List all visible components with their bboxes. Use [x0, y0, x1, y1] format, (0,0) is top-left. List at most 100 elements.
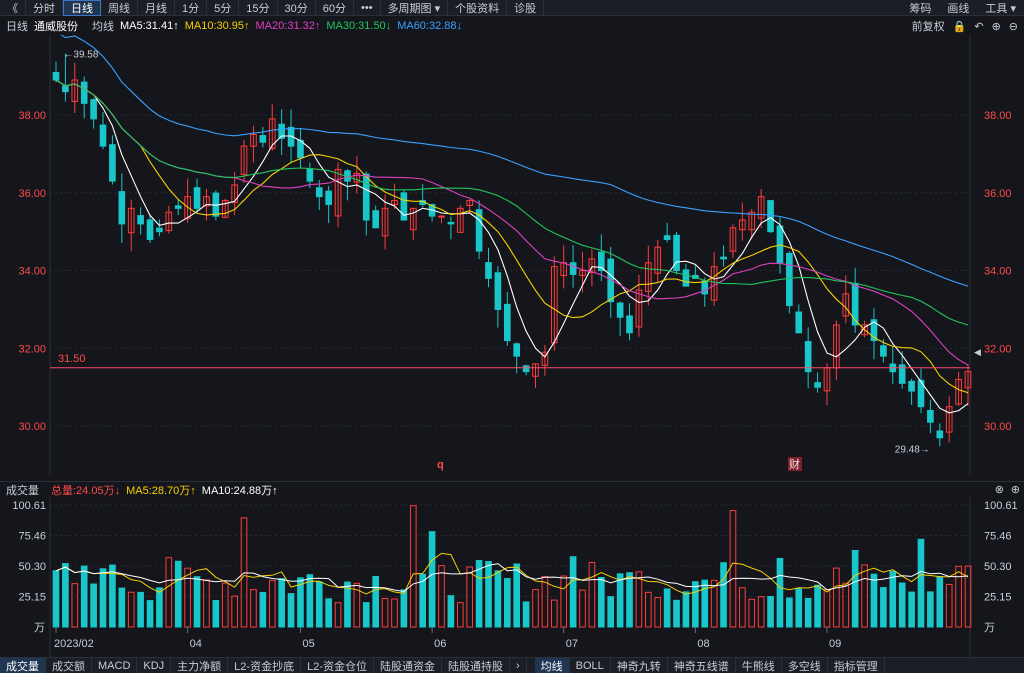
tab-1[interactable]: 日线 [63, 0, 101, 16]
ma20-line [55, 79, 969, 366]
toolbar-right-1[interactable]: 画线 [939, 0, 977, 16]
volume-label[interactable]: 成交量 [6, 482, 39, 498]
toolbar-right-2[interactable]: 工具 ▾ [977, 0, 1024, 16]
indicator-tab-3[interactable]: KDJ [137, 657, 172, 673]
volume-bar [90, 583, 97, 628]
tab-12[interactable]: 诊股 [507, 0, 545, 16]
indicator-tab-12[interactable]: 神奇九转 [611, 657, 668, 673]
close-icon[interactable]: ⊗ [995, 483, 1004, 496]
candle-body [880, 345, 887, 357]
reference-line-label: 31.50 [58, 353, 86, 365]
indicator-tab-5[interactable]: L2-资金抄底 [228, 657, 302, 673]
ma5-value: MA5:31.41↑ [120, 20, 179, 32]
volume-bar [851, 550, 859, 628]
indicator-tab-14[interactable]: 牛熊线 [736, 657, 782, 673]
tab-0[interactable]: 分时 [26, 0, 63, 16]
month-label: 07 [566, 638, 578, 650]
price-tick-right: 32.00 [984, 343, 1012, 355]
volume-bar [184, 567, 191, 628]
candle-body [795, 311, 803, 334]
tab-5[interactable]: 5分 [207, 0, 240, 16]
indicator-tab-1[interactable]: 成交额 [46, 657, 92, 673]
tab-9[interactable]: ••• [354, 0, 381, 16]
volume-bar [513, 563, 521, 628]
indicator-tab-9[interactable]: › [510, 657, 527, 673]
marker-q: q [437, 459, 444, 471]
volume-bar [663, 588, 671, 628]
price-chart[interactable]: 38.00 38.00 36.00 36.00 34.00 34.00 32.00 32.00… [0, 30, 1024, 475]
candle-body [259, 135, 267, 143]
ma-label[interactable]: 均线 [92, 18, 114, 34]
lock-icon[interactable]: 🔒 [953, 20, 967, 33]
stock-name[interactable]: 通威股份 [34, 18, 78, 34]
volume-chart[interactable]: 100.61 100.61 75.46 75.46 50.30 50.30 25.15 25.… [0, 497, 1024, 657]
volume-bar [729, 510, 737, 628]
minus-icon[interactable]: ⊖ [1009, 20, 1018, 33]
volume-bar [889, 570, 897, 628]
volume-bar [917, 538, 925, 628]
price-svg[interactable]: 38.00 38.00 36.00 36.00 34.00 34.00 32.00 32.00… [0, 30, 1024, 475]
indicator-tab-16[interactable]: 指标管理 [828, 657, 885, 673]
candle-body [701, 280, 709, 295]
candle-body [569, 262, 577, 275]
tab-4[interactable]: 1分 [175, 0, 208, 16]
volume-bar [814, 584, 821, 628]
volume-bar [757, 596, 765, 628]
indicator-tab-8[interactable]: 陆股通持股 [442, 657, 510, 673]
candle-body [851, 282, 859, 326]
indicator-tab-2[interactable]: MACD [92, 657, 138, 673]
volume-bar [71, 583, 79, 628]
volume-ma10: MA10:24.88万↑ [201, 484, 278, 497]
tab-2[interactable]: 周线 [101, 0, 138, 16]
tab-8[interactable]: 60分 [316, 0, 354, 16]
candle-body [52, 71, 60, 81]
candle-body [306, 168, 314, 182]
tab-10[interactable]: 多周期图 ▾ [381, 0, 449, 16]
volume-bar [532, 589, 539, 628]
volume-bar [898, 582, 906, 628]
indicator-tab-10[interactable]: 均线 [534, 657, 570, 673]
indicator-tab-15[interactable]: 多空线 [782, 657, 828, 673]
toolbar-right-0[interactable]: 筹码 [901, 0, 939, 16]
volume-bar [174, 560, 182, 628]
volume-svg[interactable]: 100.61 100.61 75.46 75.46 50.30 50.30 25.15 25.… [0, 497, 1024, 657]
volume-bar [99, 568, 107, 628]
undo-icon[interactable]: ↶ [974, 20, 983, 33]
vol-ma5-line [55, 552, 969, 595]
month-label: 09 [829, 638, 841, 650]
volume-bar [870, 573, 878, 628]
indicator-tab-13[interactable]: 神奇五线谱 [668, 657, 736, 673]
price-tick-left: 34.00 [18, 266, 46, 278]
tab-6[interactable]: 15分 [239, 0, 278, 16]
candle-body [616, 302, 624, 318]
add-icon[interactable]: ⊕ [992, 20, 1001, 33]
volume-bar [588, 561, 596, 628]
toolbar-right: 筹码 画线 工具 ▾ [901, 0, 1024, 16]
back-icon[interactable]: 《 [0, 0, 26, 16]
volume-bar [137, 591, 144, 628]
tab-7[interactable]: 30分 [278, 0, 316, 16]
candle-body [522, 365, 530, 373]
volume-bar [945, 583, 953, 628]
indicator-tab-6[interactable]: L2-资金仓位 [301, 657, 374, 673]
price-tick-left: 32.00 [18, 343, 46, 355]
tab-3[interactable]: 月线 [138, 0, 175, 16]
adjust-toggle[interactable]: 前复权 [912, 18, 945, 34]
tab-11[interactable]: 个股资料 [448, 0, 508, 16]
volume-bar [767, 596, 774, 628]
volume-bar [231, 595, 238, 628]
volume-bar [786, 597, 793, 628]
add-panel-icon[interactable]: ⊕ [1011, 483, 1020, 496]
volume-bar [212, 600, 220, 628]
indicator-tab-4[interactable]: 主力净额 [171, 657, 229, 673]
indicator-tab-0[interactable]: 成交量 [0, 657, 46, 673]
indicator-tab-11[interactable]: BOLL [570, 657, 611, 673]
volume-bar [701, 579, 709, 628]
price-tick-right: 38.00 [984, 110, 1012, 122]
candle-body [315, 187, 323, 198]
ma60-value: MA60:32.88↓ [397, 20, 463, 32]
period-label: 日线 [6, 21, 28, 33]
volume-bar [221, 582, 229, 628]
volume-bar [268, 580, 276, 628]
indicator-tab-7[interactable]: 陆股通资金 [374, 657, 442, 673]
